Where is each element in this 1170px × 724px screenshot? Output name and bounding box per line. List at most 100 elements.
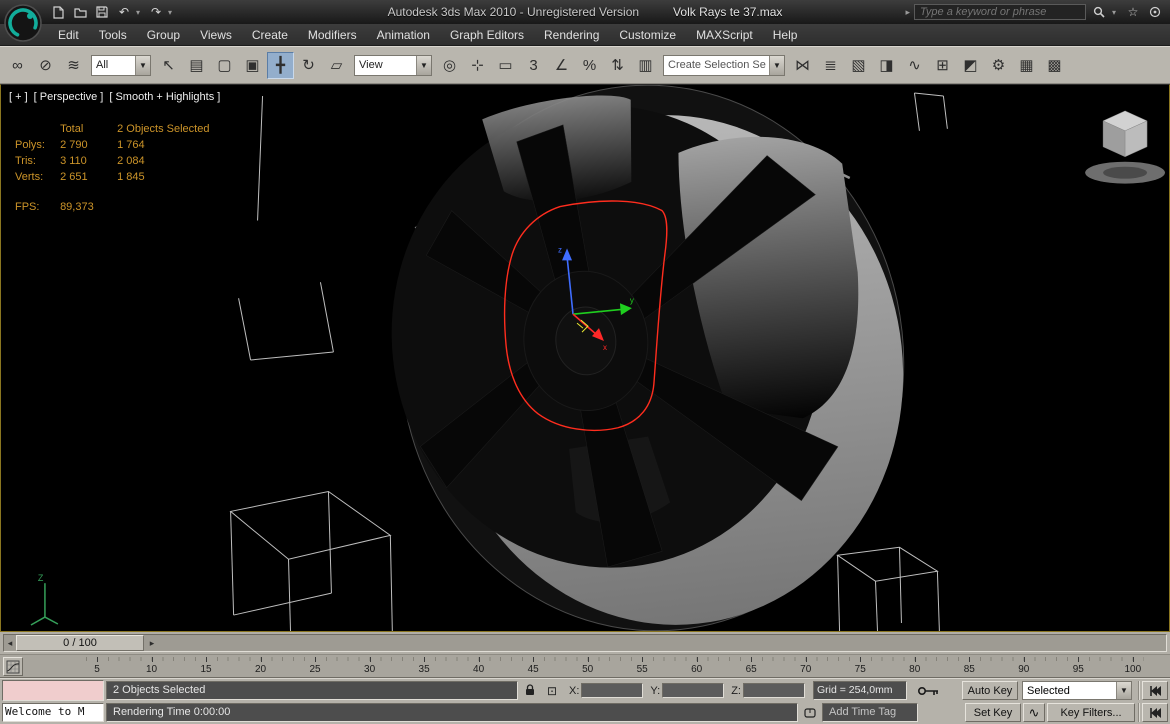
layer-manager-button[interactable]: ▧ (845, 52, 872, 79)
set-key-mode-button[interactable]: Set Key (965, 703, 1021, 722)
communication-center-button[interactable] (1146, 3, 1164, 21)
menu-item[interactable]: Graph Editors (440, 24, 534, 46)
favorites-star-button[interactable]: ☆ (1124, 3, 1142, 21)
rendered-frame-window-button[interactable]: ▦ (1013, 52, 1040, 79)
chevron-down-icon[interactable]: ▼ (769, 55, 784, 75)
set-keys-button[interactable] (913, 681, 945, 701)
time-tag-icon-button[interactable] (800, 704, 820, 722)
viewport-shading-menu[interactable]: [ Smooth + Highlights ] (109, 91, 220, 103)
chevron-down-icon[interactable]: ▼ (1116, 682, 1131, 699)
next-frame-button[interactable]: ▸ (146, 635, 158, 651)
key-filters-button[interactable]: Key Filters... (1047, 703, 1135, 722)
go-to-start-button[interactable] (1142, 681, 1168, 700)
tool-icon: ◩ (963, 57, 978, 74)
select-and-manipulate-button[interactable]: ⊹ (464, 52, 491, 79)
schematic-view-button[interactable]: ⊞ (929, 52, 956, 79)
snap-toggle-3d-button[interactable]: 3 (520, 52, 547, 79)
undo-dropdown-icon[interactable]: ▾ (136, 8, 144, 17)
search-icon (1093, 6, 1105, 18)
3ds-max-window: ↶ ▾ ↷ ▾ Autodesk 3ds Max 2010 - Unregist… (0, 0, 1170, 724)
z-coordinate-input[interactable] (742, 683, 805, 698)
menu-item[interactable]: Animation (367, 24, 440, 46)
redo-button[interactable]: ↷ (146, 3, 166, 21)
select-and-move-button[interactable]: ╋ (267, 51, 294, 79)
curve-editor-button[interactable]: ∿ (901, 52, 928, 79)
window-crossing-toggle-button[interactable]: ▣ (239, 52, 266, 79)
chevron-down-icon[interactable]: ▼ (416, 55, 431, 75)
spinner-snap-toggle-button[interactable]: ⇅ (604, 52, 631, 79)
tool-icon: ⊹ (471, 57, 484, 74)
viewport-pov-menu[interactable]: [ Perspective ] (34, 91, 104, 103)
perspective-viewport[interactable]: z y x Z [ + ] [ Perspective ] [Smooth +… (0, 84, 1170, 632)
mirror-button[interactable]: ⋈ (789, 52, 816, 79)
select-and-rotate-button[interactable]: ↻ (295, 52, 322, 79)
menu-item[interactable]: Rendering (534, 24, 609, 46)
previous-frame-button[interactable]: ◂ (4, 635, 16, 651)
use-pivot-point-center-button[interactable]: ◎ (436, 52, 463, 79)
tool-icon: ≋ (67, 57, 80, 74)
new-file-icon (52, 5, 64, 19)
search-options-dropdown-icon[interactable]: ▾ (1112, 8, 1120, 17)
undo-button[interactable]: ↶ (114, 3, 134, 21)
render-production-button[interactable]: ▩ (1041, 52, 1068, 79)
keyboard-shortcut-override-button[interactable]: ▭ (492, 52, 519, 79)
graphite-modeling-tools-button[interactable]: ◨ (873, 52, 900, 79)
align-button[interactable]: ≣ (817, 52, 844, 79)
menu-item[interactable]: Tools (89, 24, 137, 46)
reference-coordinate-system-dropdown[interactable]: View ▼ (354, 54, 432, 76)
chevron-down-icon[interactable]: ▼ (135, 55, 150, 75)
menu-item[interactable]: Create (242, 24, 298, 46)
absolute-offset-mode-button[interactable]: ⊡ (542, 682, 562, 700)
select-by-name-button[interactable]: ▤ (183, 52, 210, 79)
new-scene-button[interactable] (48, 3, 68, 21)
bind-to-space-warp-button[interactable]: ≋ (60, 52, 87, 79)
viewport-general-menu[interactable]: [ + ] (9, 91, 28, 103)
maxscript-mini-listener[interactable]: Welcome to M (2, 703, 104, 722)
edit-named-selection-sets-button[interactable]: ▥ (632, 52, 659, 79)
search-button[interactable] (1090, 3, 1108, 21)
search-expand-icon[interactable]: ▸ (905, 7, 910, 18)
material-editor-button[interactable]: ◩ (957, 52, 984, 79)
keyword-search-input[interactable] (914, 4, 1086, 20)
application-menu-logo-icon[interactable] (3, 3, 43, 43)
menu-item[interactable]: Help (763, 24, 808, 46)
fps-label: FPS: (15, 201, 40, 213)
selection-set-key-dropdown[interactable]: Selected ▼ (1022, 681, 1132, 700)
viewcube[interactable] (1085, 110, 1166, 184)
frame-tick-label: 90 (1013, 655, 1035, 677)
rectangular-selection-region-button[interactable]: ▢ (211, 52, 238, 79)
menu-item[interactable]: Modifiers (298, 24, 367, 46)
named-selection-sets-combo[interactable]: Create Selection Se ▼ (663, 54, 785, 76)
auto-key-toggle-button[interactable]: Auto Key (962, 681, 1018, 700)
selection-prompt: 2 Objects Selected (106, 681, 518, 700)
select-object-button[interactable]: ↖ (155, 52, 182, 79)
go-to-end-button[interactable] (1142, 703, 1168, 722)
selection-lock-toggle-button[interactable] (520, 682, 540, 700)
menu-item[interactable]: Edit (48, 24, 89, 46)
y-coordinate-input[interactable] (662, 683, 725, 698)
redo-dropdown-icon[interactable]: ▾ (168, 8, 176, 17)
open-mini-curve-editor-button[interactable] (3, 657, 23, 676)
frame-tick-label: 80 (904, 655, 926, 677)
selection-filter-dropdown[interactable]: All ▼ (91, 54, 151, 76)
add-time-tag-field[interactable]: Add Time Tag (822, 703, 918, 722)
maxscript-macro-recorder[interactable] (2, 680, 104, 701)
x-coordinate-input[interactable] (581, 683, 644, 698)
menu-item[interactable]: Customize (609, 24, 686, 46)
unlink-selection-button[interactable]: ⊘ (32, 52, 59, 79)
menu-item[interactable]: Views (190, 24, 242, 46)
angle-snap-toggle-button[interactable]: ∠ (548, 52, 575, 79)
save-file-button[interactable] (92, 3, 112, 21)
time-slider-track[interactable]: ◂ 0 / 100 ▸ (3, 634, 1167, 652)
time-slider-thumb[interactable]: 0 / 100 (16, 635, 144, 651)
track-bar[interactable]: 5 10 15 20 25 30 35 40 45 50 55 60 65 70 75 80 85 90 95 100 (0, 654, 1170, 678)
menu-item[interactable]: Group (137, 24, 190, 46)
select-and-scale-button[interactable]: ▱ (323, 52, 350, 79)
menu-item[interactable]: MAXScript (686, 24, 763, 46)
wheel-object[interactable] (367, 85, 931, 631)
percent-snap-toggle-button[interactable]: % (576, 52, 603, 79)
default-in-out-tangents-button[interactable]: ∿ (1023, 703, 1045, 722)
open-file-button[interactable] (70, 3, 90, 21)
render-setup-button[interactable]: ⚙ (985, 52, 1012, 79)
select-and-link-button[interactable]: ∞ (4, 52, 31, 79)
